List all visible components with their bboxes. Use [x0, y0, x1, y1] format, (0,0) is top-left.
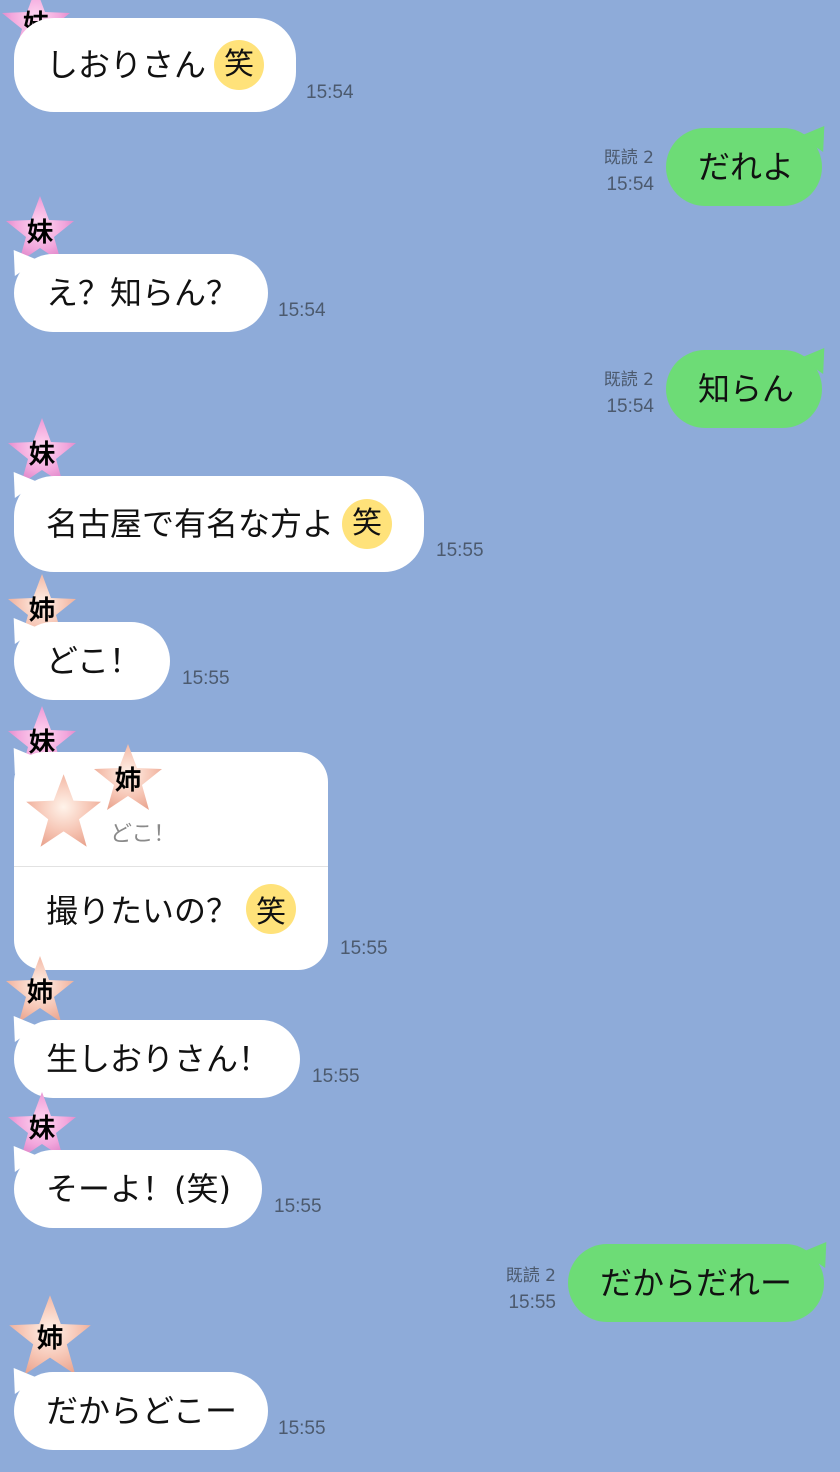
message-time: 15:54: [278, 300, 326, 321]
bubble-tail: [800, 117, 836, 153]
message-text: 知らん: [698, 370, 795, 408]
laugh-emoji-icon: 笑: [214, 40, 264, 90]
message-text: 撮りたいの？: [46, 892, 239, 930]
read-label: 既読 2: [505, 1266, 556, 1286]
message-bubble[interactable]: しおりさん 笑: [14, 18, 296, 112]
message-bubble[interactable]: 知らん: [666, 339, 836, 428]
message-text: え？知らん？: [46, 274, 239, 312]
message-text: だからだれー: [600, 1264, 793, 1302]
message-text: しおりさん: [46, 46, 207, 84]
message-bubble[interactable]: 生しおりさん！: [2, 1007, 300, 1098]
message-time: 15:55: [182, 668, 230, 689]
bubble-tail: [802, 1233, 838, 1269]
bubble-tail: [800, 339, 836, 375]
avatar-label: 姉: [114, 765, 141, 796]
message-bubble[interactable]: どこ！: [2, 609, 170, 700]
message-bubble[interactable]: だからだれー: [568, 1233, 838, 1322]
message-time: 15:55: [340, 938, 388, 959]
message-time: 15:55: [274, 1196, 322, 1217]
message-bubble[interactable]: そーよ！(笑): [2, 1137, 262, 1228]
message-bubble[interactable]: だからどこー: [2, 1359, 268, 1450]
message-time: 15:55: [508, 1291, 556, 1313]
message-time: 15:55: [278, 1418, 326, 1439]
laugh-emoji-icon: 笑: [342, 499, 392, 549]
message-time: 15:55: [312, 1066, 360, 1087]
read-status: 既読 2 15:54: [604, 146, 654, 198]
message-text: そーよ！(笑): [46, 1170, 231, 1208]
quoted-text: どこ！: [110, 822, 176, 847]
reply-message-card[interactable]: 姉 どこ！ 撮りたいの？ 笑: [2, 739, 328, 970]
read-status: 既読 2 15:55: [506, 1264, 556, 1316]
reply-body: 撮りたいの？ 笑: [46, 884, 297, 934]
message-text: 名古屋で有名な方よ: [46, 505, 335, 543]
message-text: 生しおりさん！: [46, 1040, 271, 1078]
read-label: 既読 2: [603, 148, 654, 168]
message-bubble[interactable]: え？知らん？: [2, 241, 268, 332]
message-time: 15:54: [606, 173, 654, 195]
quoted-avatar-ane: 姉: [92, 742, 164, 814]
message-text: だからどこー: [46, 1392, 238, 1430]
read-status: 既読 2 15:54: [604, 368, 654, 420]
message-time: 15:54: [306, 82, 354, 103]
message-text: どこ！: [46, 642, 142, 680]
message-text: だれよ: [698, 148, 795, 186]
quoted-message[interactable]: 姉 どこ！: [14, 744, 328, 866]
message-time: 15:55: [436, 540, 484, 561]
message-time: 15:54: [606, 395, 654, 417]
message-bubble[interactable]: 名古屋で有名な方よ 笑: [2, 463, 424, 572]
message-bubble[interactable]: だれよ: [666, 117, 836, 206]
read-label: 既読 2: [603, 370, 654, 390]
divider: [14, 866, 328, 867]
laugh-emoji-icon: 笑: [246, 884, 297, 934]
